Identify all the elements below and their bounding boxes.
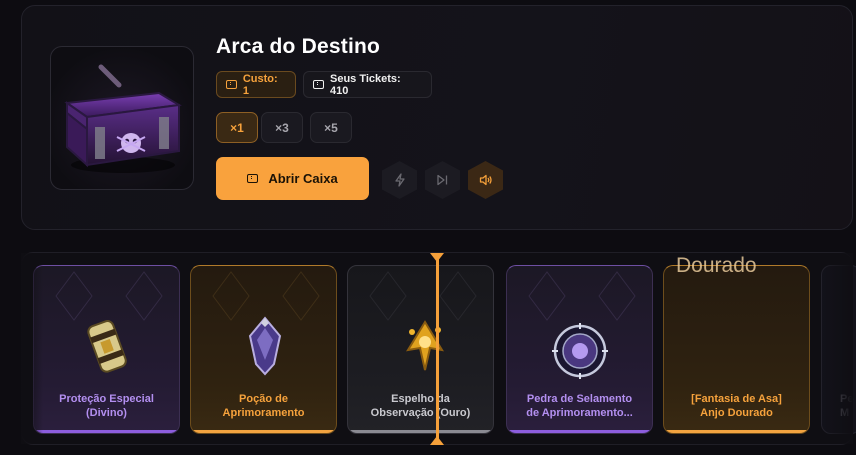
rarity-bar	[191, 430, 336, 433]
item-name-line2: Anjo Dourado	[700, 407, 773, 419]
ticket-icon	[247, 174, 259, 183]
item-name-line1: Poção de	[239, 393, 288, 405]
tickets-label: Seus Tickets: 410	[329, 72, 401, 97]
reel-pointer-line	[436, 255, 439, 445]
chest-icon	[64, 64, 182, 173]
quantity-x1-button[interactable]: ×1	[216, 112, 258, 143]
item-name-line1: [Fantasia de Asa]	[691, 393, 782, 405]
chest-image-frame	[50, 46, 194, 190]
quantity-x3-button[interactable]: ×3	[261, 112, 303, 143]
ticket-icon	[313, 80, 324, 89]
rarity-bar	[34, 430, 179, 433]
item-name-line2: Observação (Ouro)	[370, 407, 471, 419]
reel-item-card: [Fantasia de Asa] Anjo Dourado	[663, 265, 810, 434]
ticket-icon	[226, 80, 237, 89]
rarity-bar	[664, 430, 809, 433]
reel-item-card: Espelho da Observação (Ouro)	[347, 265, 494, 434]
potion-crystal-icon	[248, 316, 282, 376]
cost-badge: Custo: 1	[216, 71, 296, 98]
open-box-label: Abrir Caixa	[268, 171, 338, 186]
reel-pointer-bottom-arrow	[430, 436, 444, 445]
box-title: Arca do Destino	[216, 35, 381, 58]
item-name-line2: de Aprimoramento...	[526, 407, 633, 419]
sealing-stone-icon	[552, 323, 608, 379]
item-image-overflow-text: Dourado	[676, 254, 757, 277]
lightning-icon	[394, 173, 405, 187]
rarity-bar	[507, 430, 652, 433]
rarity-bar	[348, 430, 493, 433]
reel-item-card: Proteção Especial (Divino)	[33, 265, 180, 434]
reel-pointer-top-arrow	[430, 253, 444, 262]
skip-icon	[437, 174, 448, 186]
tickets-badge: Seus Tickets: 410	[303, 71, 432, 98]
item-name-line1: Pedra de Selamento	[526, 393, 633, 405]
scroll-bundle-icon	[87, 320, 127, 373]
open-box-button[interactable]: Abrir Caixa	[216, 157, 369, 200]
item-name-line1: Espelho da	[391, 393, 450, 405]
item-name-line2: (Divino)	[86, 407, 127, 419]
sound-icon	[479, 174, 492, 186]
golden-mirror-icon	[406, 320, 444, 371]
reel-fade-right	[820, 253, 853, 444]
item-name-line2: Aprimoramento	[222, 407, 305, 419]
reel-item-card: Pedra de Selamento de Aprimoramento...	[506, 265, 653, 434]
quantity-x5-button[interactable]: ×5	[310, 112, 352, 143]
reel-item-card: Poção de Aprimoramento	[190, 265, 337, 434]
cost-label: Custo: 1	[242, 72, 278, 97]
item-name-line1: Proteção Especial	[59, 393, 154, 405]
reel-fade-left	[21, 253, 43, 444]
